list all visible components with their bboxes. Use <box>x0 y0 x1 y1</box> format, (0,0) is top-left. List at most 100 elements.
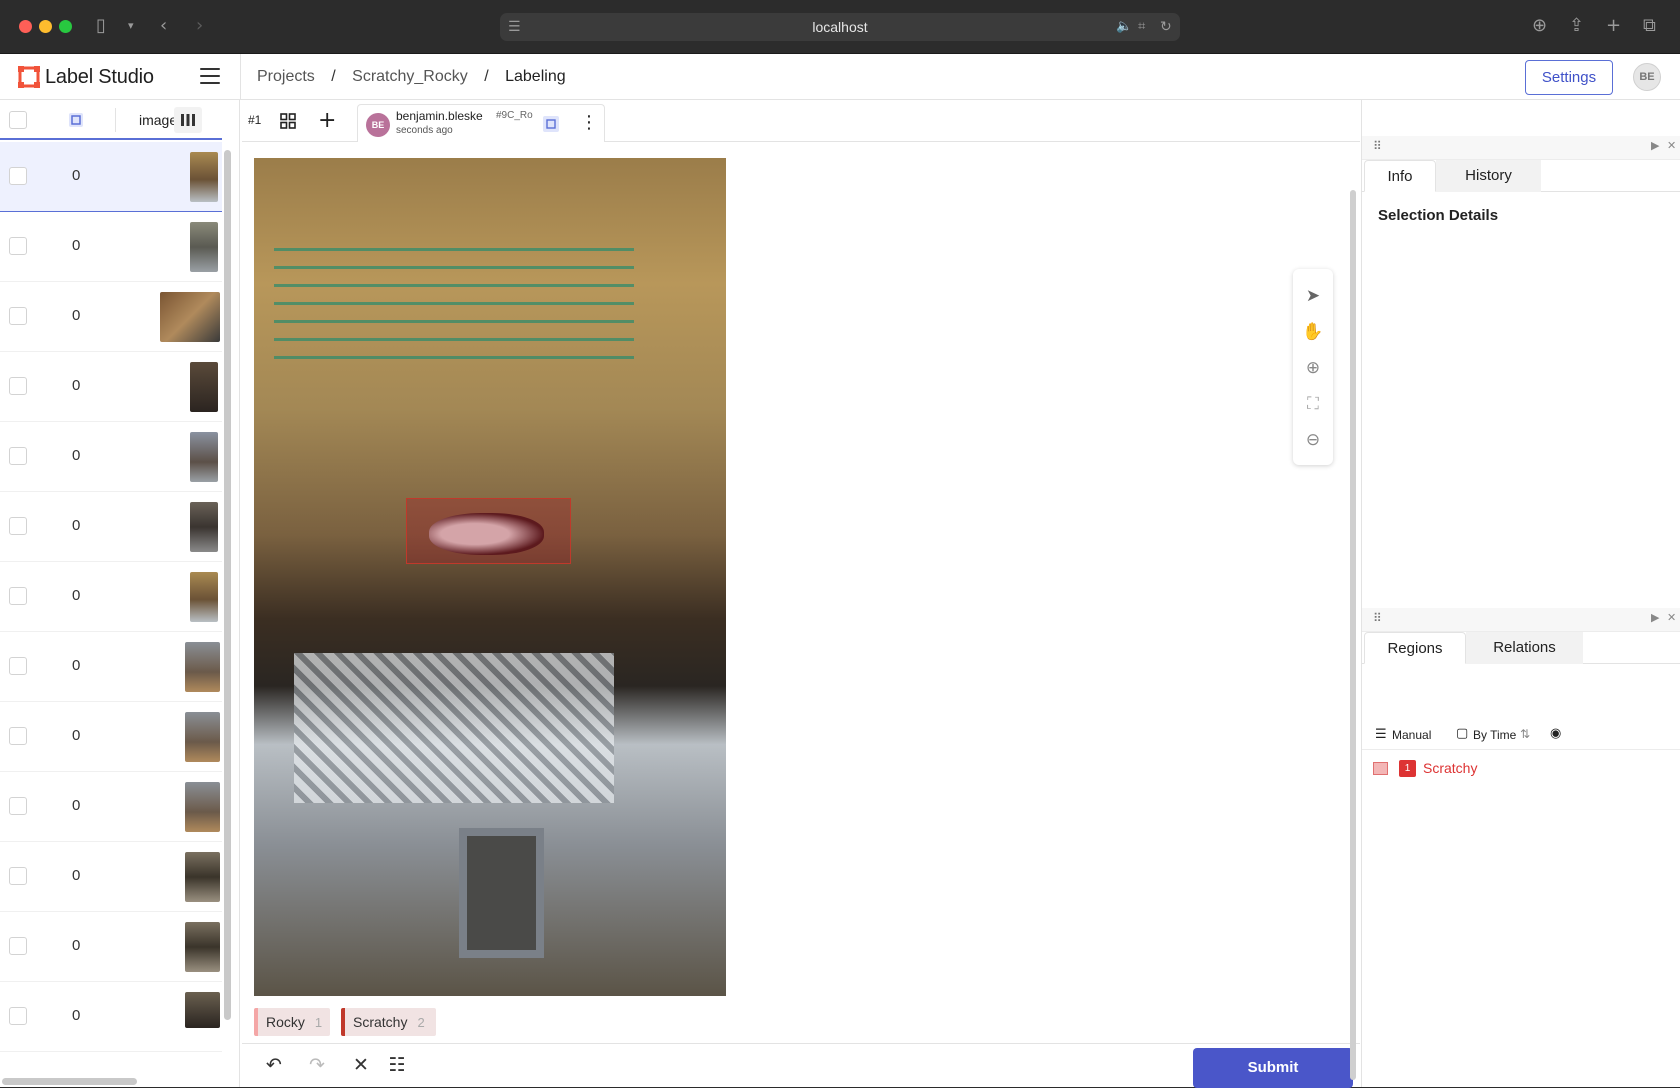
tab-history[interactable]: History <box>1436 160 1541 192</box>
task-row[interactable]: 0 <box>0 912 222 982</box>
back-icon[interactable]: ‹ <box>160 16 167 36</box>
row-checkbox[interactable] <box>9 657 27 675</box>
task-row[interactable]: 0 <box>0 492 222 562</box>
zoom-to-fit-icon[interactable]: ⛶ <box>1302 393 1324 415</box>
task-row[interactable]: 0 <box>0 142 222 212</box>
vertical-scrollbar[interactable] <box>224 150 231 1020</box>
task-row[interactable]: 0 <box>0 772 222 842</box>
collapse-panel-icon[interactable]: ▶ <box>1651 611 1659 624</box>
image-canvas[interactable] <box>254 158 726 996</box>
task-row[interactable]: 0 <box>0 562 222 632</box>
menu-icon[interactable] <box>200 68 220 86</box>
add-annotation-icon[interactable]: + <box>318 108 336 133</box>
maximize-window-button[interactable] <box>59 20 72 33</box>
reload-icon[interactable]: ↻ <box>1160 17 1172 37</box>
new-tab-icon[interactable]: + <box>1606 16 1621 36</box>
close-panel-icon[interactable]: ✕ <box>1667 611 1676 624</box>
row-checkbox[interactable] <box>9 377 27 395</box>
sort-manual-button[interactable]: Manual <box>1392 728 1431 742</box>
zoom-out-icon[interactable]: ⊖ <box>1302 429 1324 451</box>
redo-icon[interactable]: ↷ <box>306 1054 328 1076</box>
label-scratchy[interactable]: Scratchy 2 <box>341 1008 436 1036</box>
close-window-button[interactable] <box>19 20 32 33</box>
task-row[interactable]: 0 <box>0 632 222 702</box>
task-row[interactable]: 0 <box>0 982 222 1052</box>
translate-icon[interactable]: ⌗ <box>1138 17 1145 37</box>
row-checkbox[interactable] <box>9 517 27 535</box>
row-value: 0 <box>72 517 81 534</box>
breadcrumb-projects[interactable]: Projects <box>257 68 315 85</box>
row-value: 0 <box>72 727 81 744</box>
row-checkbox[interactable] <box>9 237 27 255</box>
minimize-window-button[interactable] <box>39 20 52 33</box>
task-thumbnail <box>185 782 220 832</box>
region-label: Scratchy <box>1423 760 1478 776</box>
annotation-card[interactable]: BE benjamin.bleske #9C_Ro seconds ago ⋮ <box>357 104 605 142</box>
tab-overview-icon[interactable]: ⧉ <box>1643 16 1656 36</box>
tab-relations[interactable]: Relations <box>1466 632 1583 664</box>
row-checkbox[interactable] <box>9 1007 27 1025</box>
task-row[interactable]: 0 <box>0 352 222 422</box>
task-row[interactable]: 0 <box>0 702 222 772</box>
share-icon[interactable]: ⇪ <box>1569 16 1584 36</box>
bounding-box-region[interactable] <box>406 498 571 564</box>
forward-icon[interactable]: › <box>196 16 203 36</box>
sort-order-icon[interactable]: ⇅ <box>1520 727 1530 741</box>
submit-button[interactable]: Submit <box>1193 1048 1353 1088</box>
chevron-down-icon[interactable]: ▾ <box>128 16 134 36</box>
row-checkbox[interactable] <box>9 167 27 185</box>
selection-details-title: Selection Details <box>1378 207 1499 224</box>
row-checkbox[interactable] <box>9 727 27 745</box>
downloads-icon[interactable]: ⊕ <box>1532 16 1547 36</box>
breadcrumb-project[interactable]: Scratchy_Rocky <box>352 68 468 85</box>
drag-handle-icon[interactable]: ⠿ <box>1373 611 1382 625</box>
address-bar[interactable]: ☰ localhost 🔈 ⌗ ↻ <box>500 13 1180 41</box>
header-divider <box>115 108 116 132</box>
horizontal-scrollbar[interactable] <box>2 1078 137 1085</box>
column-header-image[interactable]: image <box>139 112 177 128</box>
task-thumbnail <box>190 572 218 622</box>
regions-tabs: Regions Relations <box>1362 632 1680 664</box>
stripe <box>274 320 634 323</box>
tab-info[interactable]: Info <box>1364 160 1436 192</box>
undo-icon[interactable]: ↶ <box>263 1054 285 1076</box>
grid-view-icon[interactable] <box>280 113 296 129</box>
sidebar-toggle-icon[interactable]: ▯ <box>96 16 106 36</box>
row-checkbox[interactable] <box>9 307 27 325</box>
row-checkbox[interactable] <box>9 867 27 885</box>
task-row[interactable]: 0 <box>0 212 222 282</box>
image-toolbar: ➤ ✋ ⊕ ⛶ ⊖ <box>1293 269 1333 465</box>
audio-icon[interactable]: 🔈 <box>1116 17 1132 37</box>
row-checkbox[interactable] <box>9 447 27 465</box>
collapse-panel-icon[interactable]: ▶ <box>1651 139 1659 152</box>
editor-scrollbar[interactable] <box>1350 190 1356 1080</box>
lattice-decor <box>294 653 614 803</box>
select-tool-icon[interactable]: ➤ <box>1302 285 1324 307</box>
settings-button[interactable]: Settings <box>1525 60 1613 95</box>
pan-hand-icon[interactable]: ✋ <box>1302 321 1324 343</box>
task-thumbnail <box>190 222 218 272</box>
task-row[interactable]: 0 <box>0 842 222 912</box>
task-row[interactable]: 0 <box>0 282 222 352</box>
zoom-in-icon[interactable]: ⊕ <box>1302 357 1324 379</box>
bbox-filter-icon[interactable] <box>68 112 84 128</box>
reset-icon[interactable]: ✕ <box>350 1054 372 1076</box>
sort-by-time-button[interactable]: By Time <box>1473 728 1516 742</box>
tab-regions[interactable]: Regions <box>1364 632 1466 664</box>
columns-button[interactable] <box>174 107 202 133</box>
row-checkbox[interactable] <box>9 937 27 955</box>
row-checkbox[interactable] <box>9 587 27 605</box>
row-value: 0 <box>72 587 81 604</box>
label-rocky[interactable]: Rocky 1 <box>254 1008 330 1036</box>
drag-handle-icon[interactable]: ⠿ <box>1373 139 1382 153</box>
visibility-eye-icon[interactable]: ◉ <box>1550 726 1561 741</box>
settings-sliders-icon[interactable]: ☷ <box>386 1054 408 1076</box>
row-checkbox[interactable] <box>9 797 27 815</box>
select-all-checkbox[interactable] <box>9 111 27 129</box>
task-row[interactable]: 0 <box>0 422 222 492</box>
user-avatar[interactable]: BE <box>1633 63 1661 91</box>
more-options-icon[interactable]: ⋮ <box>580 112 598 133</box>
close-panel-icon[interactable]: ✕ <box>1667 139 1676 152</box>
cat-house-door <box>459 828 544 958</box>
breadcrumb: Projects / Scratchy_Rocky / Labeling <box>257 68 578 86</box>
